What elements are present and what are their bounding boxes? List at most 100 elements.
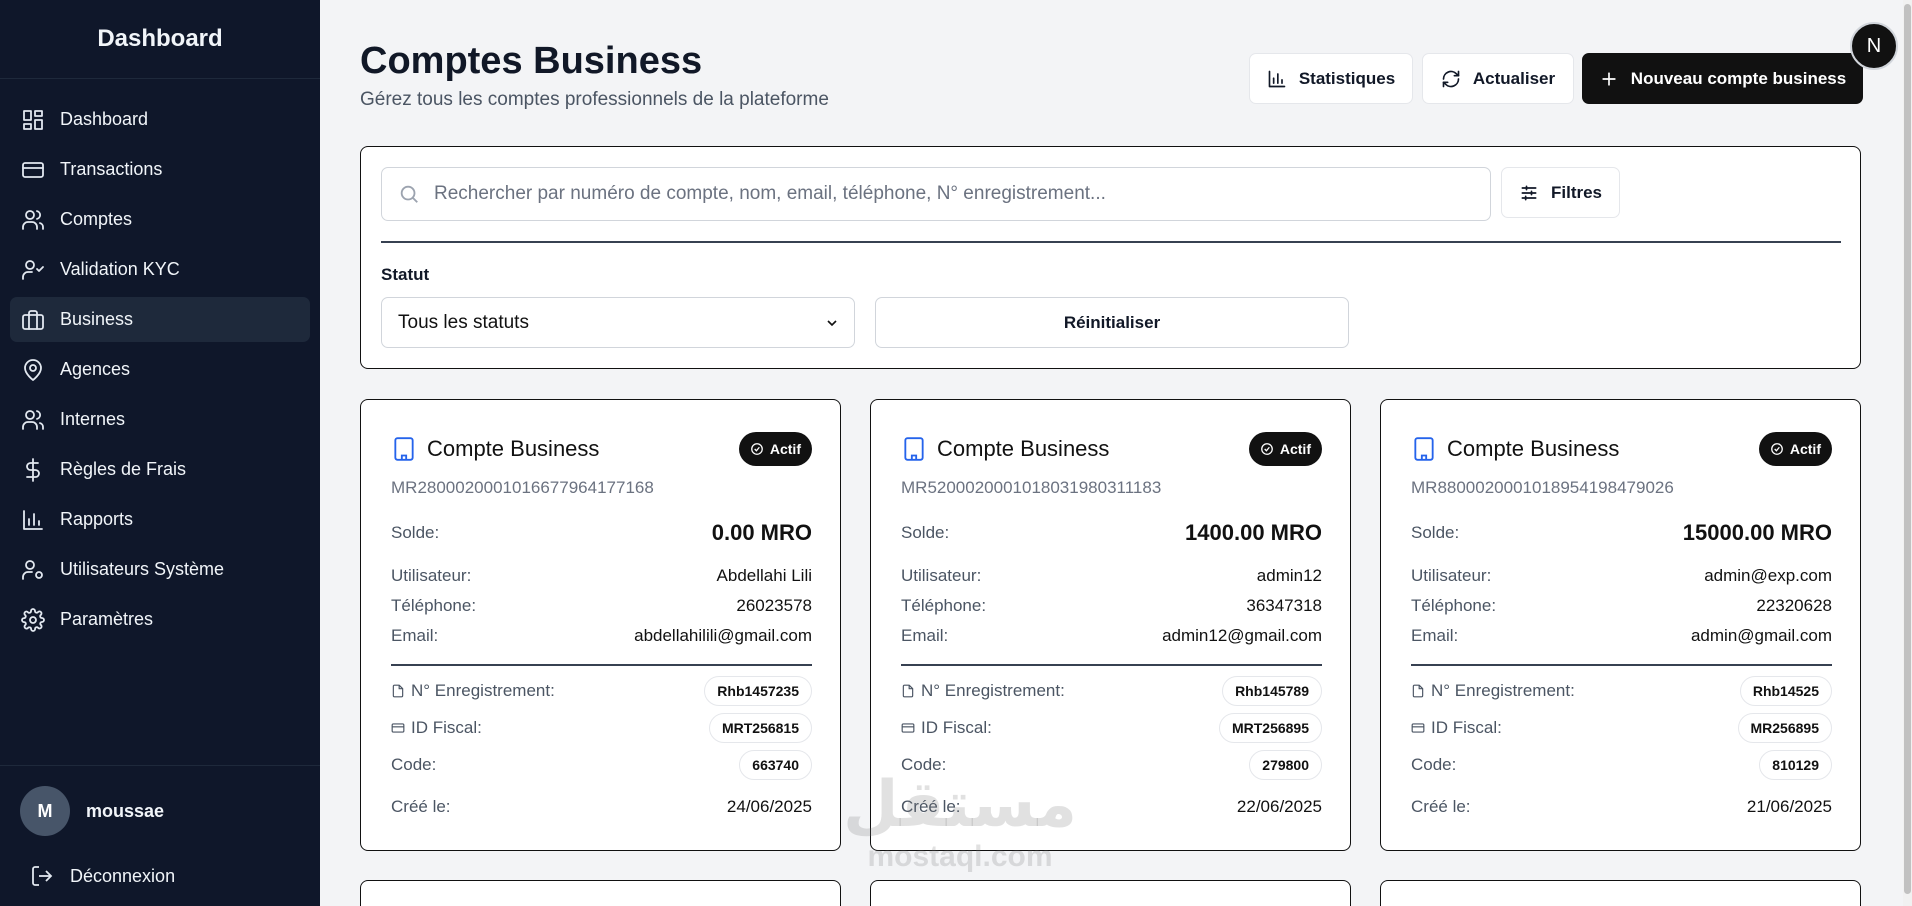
phone-value: 22320628 [1756,596,1832,615]
sidebar-item-internes[interactable]: Internes [10,397,310,442]
created-value: 21/06/2025 [1746,797,1832,816]
code-value: 279800 [1249,750,1322,780]
logout-icon [32,866,53,886]
business-account-card[interactable]: Compte Business Actif MR8800020001018954… [1380,399,1861,851]
sidebar-item-parametres[interactable]: Paramètres [10,597,310,642]
user-profile[interactable]: M moussae [0,766,320,856]
new-business-account-button[interactable]: Nouveau compte business [1582,53,1863,104]
phone-label: Téléphone: [391,596,477,615]
sidebar-item-utilisateurs-systeme[interactable]: Utilisateurs Système [10,547,310,592]
registration-label: N° Enregistrement: [411,681,555,700]
user-label: Utilisateur: [391,566,472,585]
phone-label: Téléphone: [901,596,987,615]
registration-row: N° Enregistrement: Rhb14525 [1411,676,1832,706]
credit-card-icon [20,157,46,183]
logout-button[interactable]: Déconnexion [0,856,320,896]
code-row: Code: 810129 [1411,750,1832,780]
user-label: Utilisateur: [901,566,982,585]
business-account-card[interactable]: Compte Business Actif MR2800020001016677… [360,399,841,851]
email-row: Email: admin@gmail.com [1411,626,1832,646]
sidebar-item-business[interactable]: Business [10,297,310,342]
corner-avatar[interactable]: N [1850,22,1898,70]
refresh-button[interactable]: Actualiser [1422,53,1574,104]
credit-card-icon [1411,723,1425,733]
created-row: Créé le: 21/06/2025 [1411,797,1832,817]
card-title-wrap: Compte Business [1411,436,1619,462]
sidebar-item-label: Rapports [60,509,134,529]
reset-button[interactable]: Réinitialiser [875,297,1349,348]
plus-icon [1602,71,1616,86]
balance-row: Solde: 15000.00 MRO [1411,520,1832,546]
sidebar-item-comptes[interactable]: Comptes [10,197,310,242]
registration-label-wrap: N° Enregistrement: [391,681,555,701]
users-icon [20,407,46,433]
sidebar-item-validation-kyc[interactable]: Validation KYC [10,247,310,292]
scrollbar[interactable] [1903,0,1912,906]
credit-card-icon [391,723,405,733]
fiscal-row: ID Fiscal: MRT256815 [391,713,812,743]
sidebar-item-regles-de-frais[interactable]: Règles de Frais [10,447,310,492]
registration-label-wrap: N° Enregistrement: [1411,681,1575,701]
registration-row: N° Enregistrement: Rhb145789 [901,676,1322,706]
balance-label: Solde: [391,523,440,542]
code-label: Code: [901,755,947,774]
sliders-icon [1521,185,1537,200]
sidebar-item-rapports[interactable]: Rapports [10,497,310,542]
status-select-value: Tous les statuts [398,311,529,333]
status-badge: Actif [1758,432,1832,466]
bar-chart-icon [1268,70,1286,87]
email-label: Email: [391,626,439,645]
refresh-label: Actualiser [1472,68,1556,88]
statistics-button[interactable]: Statistiques [1249,53,1413,104]
sidebar-item-agences[interactable]: Agences [10,347,310,392]
fiscal-label-wrap: ID Fiscal: [391,718,482,738]
search-input[interactable] [434,183,1474,205]
business-account-card[interactable] [360,880,841,906]
building-icon [904,437,924,461]
sidebar-item-label: Comptes [60,209,133,229]
divider [1411,664,1832,666]
registration-label-wrap: N° Enregistrement: [901,681,1065,701]
sidebar-title: Dashboard [0,0,320,79]
fiscal-label: ID Fiscal: [921,718,992,737]
filters-button[interactable]: Filtres [1501,167,1620,218]
status-select[interactable]: Tous les statuts [381,297,855,348]
sidebar-item-label: Utilisateurs Système [60,559,225,579]
logout-label: Déconnexion [70,865,176,886]
page-subtitle: Gérez tous les comptes professionnels de… [360,89,829,110]
sidebar-item-label: Internes [60,409,126,429]
fiscal-value: MRT256895 [1218,713,1322,743]
created-row: Créé le: 24/06/2025 [391,797,812,817]
sidebar-item-dashboard[interactable]: Dashboard [10,97,310,142]
card-title-wrap: Compte Business [901,436,1109,462]
user-value: admin12 [1256,566,1322,585]
code-value: 663740 [739,750,812,780]
balance-value: 0.00 MRO [711,520,812,545]
registration-value: Rhb145789 [1222,676,1322,706]
created-label: Créé le: [901,797,961,816]
business-account-card[interactable] [1380,880,1861,906]
statistics-label: Statistiques [1298,68,1396,88]
email-row: Email: admin12@gmail.com [901,626,1322,646]
sidebar-item-transactions[interactable]: Transactions [10,147,310,192]
status-badge-label: Actif [769,441,801,457]
status-badge: Actif [738,432,812,466]
created-value: 24/06/2025 [726,797,812,816]
search-box[interactable] [381,167,1491,221]
user-label: Utilisateur: [1411,566,1492,585]
registration-value: Rhb14525 [1739,676,1832,706]
business-account-card[interactable]: Compte Business Actif MR5200020001018031… [870,399,1351,851]
card-title: Compte Business [1447,436,1620,461]
username: moussae [86,800,165,821]
card-header: Compte Business Actif [1411,432,1832,466]
account-number: MR8800020001018954198479026 [1411,478,1674,497]
created-value: 22/06/2025 [1236,797,1322,816]
email-value: admin@gmail.com [1690,626,1832,645]
business-account-card[interactable] [870,880,1351,906]
sidebar-item-label: Paramètres [60,609,154,629]
balance-row: Solde: 1400.00 MRO [901,520,1322,546]
gear-icon [20,607,46,633]
scrollbar-thumb[interactable] [1904,4,1911,894]
sidebar-item-label: Dashboard [60,109,149,129]
fiscal-label-wrap: ID Fiscal: [901,718,992,738]
